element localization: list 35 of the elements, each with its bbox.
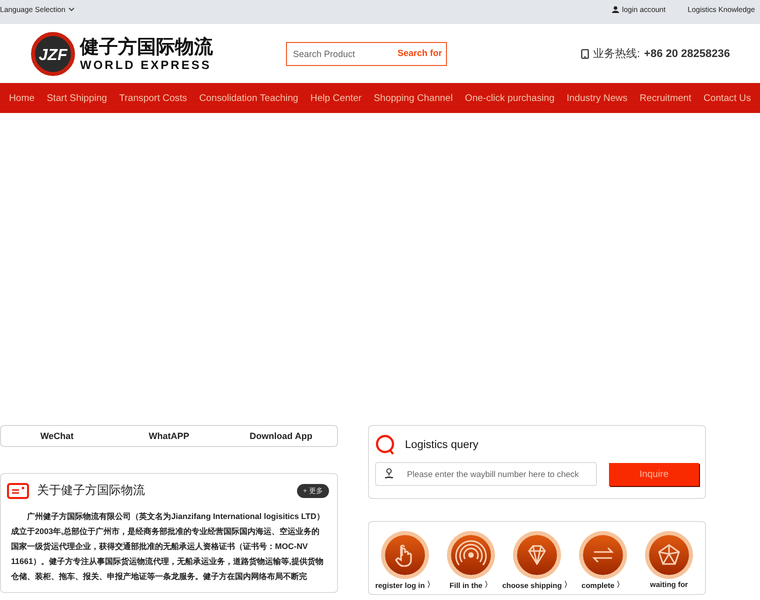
hotline-label: 业务热线:: [592, 47, 640, 61]
step-icon[interactable]: [583, 535, 623, 575]
waybill-field[interactable]: Please enter the waybill number here to check: [375, 462, 597, 486]
chevron-icon: [68, 6, 76, 12]
nav-link[interactable]: Shopping Channel: [374, 92, 453, 104]
logo-english-name: WORLD EXPRESS: [80, 58, 212, 72]
user-icon: [612, 6, 620, 12]
nav-link[interactable]: Recruitment: [640, 92, 692, 104]
social-tab[interactable]: WhatAPP: [113, 430, 225, 442]
about-title: 关于健子方国际物流: [37, 482, 145, 499]
step-icon[interactable]: [649, 535, 689, 575]
step-icon[interactable]: [517, 535, 557, 575]
hotline-number: +86 20 28258236: [644, 48, 730, 60]
logo-chinese-name: 健子方国际物流: [80, 36, 213, 58]
news-icon: [7, 482, 29, 498]
nav-link[interactable]: Start Shipping: [46, 92, 108, 104]
nav-link[interactable]: Contact Us: [703, 92, 751, 104]
query-title: Logistics query: [405, 439, 478, 451]
phone-icon: [580, 48, 589, 58]
nav-link[interactable]: One-click purchasing: [464, 92, 554, 104]
social-tab[interactable]: WeChat: [1, 430, 113, 442]
social-tab[interactable]: Download App: [225, 430, 337, 442]
location-person-icon: [384, 468, 394, 479]
step-icon[interactable]: [385, 535, 425, 575]
nav-link[interactable]: Industry News: [566, 92, 628, 104]
search-icon: [375, 434, 397, 456]
about-text: 广州健子方国际物流有限公司（英文名为Jianzifang International logisitics LTD）成立于2003年,总部位于广州市，是经商务部批准的专业经营国际国内海运、空运业务的国家一级货运代理企业，获得交通部批准的无船承运人资格证书（证书号：MOC-NV 11661）。健子方专注从事国际货运物流代理，无船承运业务，道路货物运输等,提供货物仓储、装柜、拖车、报关、申报产地证等一条龙服务。健子方在国内网络布局不断完: [11, 511, 326, 583]
step-icon[interactable]: [451, 535, 491, 575]
nav-link[interactable]: Transport Costs: [119, 92, 188, 104]
search-button[interactable]: Search for: [397, 48, 442, 58]
nav-link[interactable]: Home: [9, 92, 35, 104]
logo-icon: JZF: [30, 30, 76, 76]
nav-link[interactable]: Consolidation Teaching: [199, 92, 298, 104]
nav-link[interactable]: Help Center: [310, 92, 362, 104]
inquire-button[interactable]: Inquire: [609, 462, 699, 486]
